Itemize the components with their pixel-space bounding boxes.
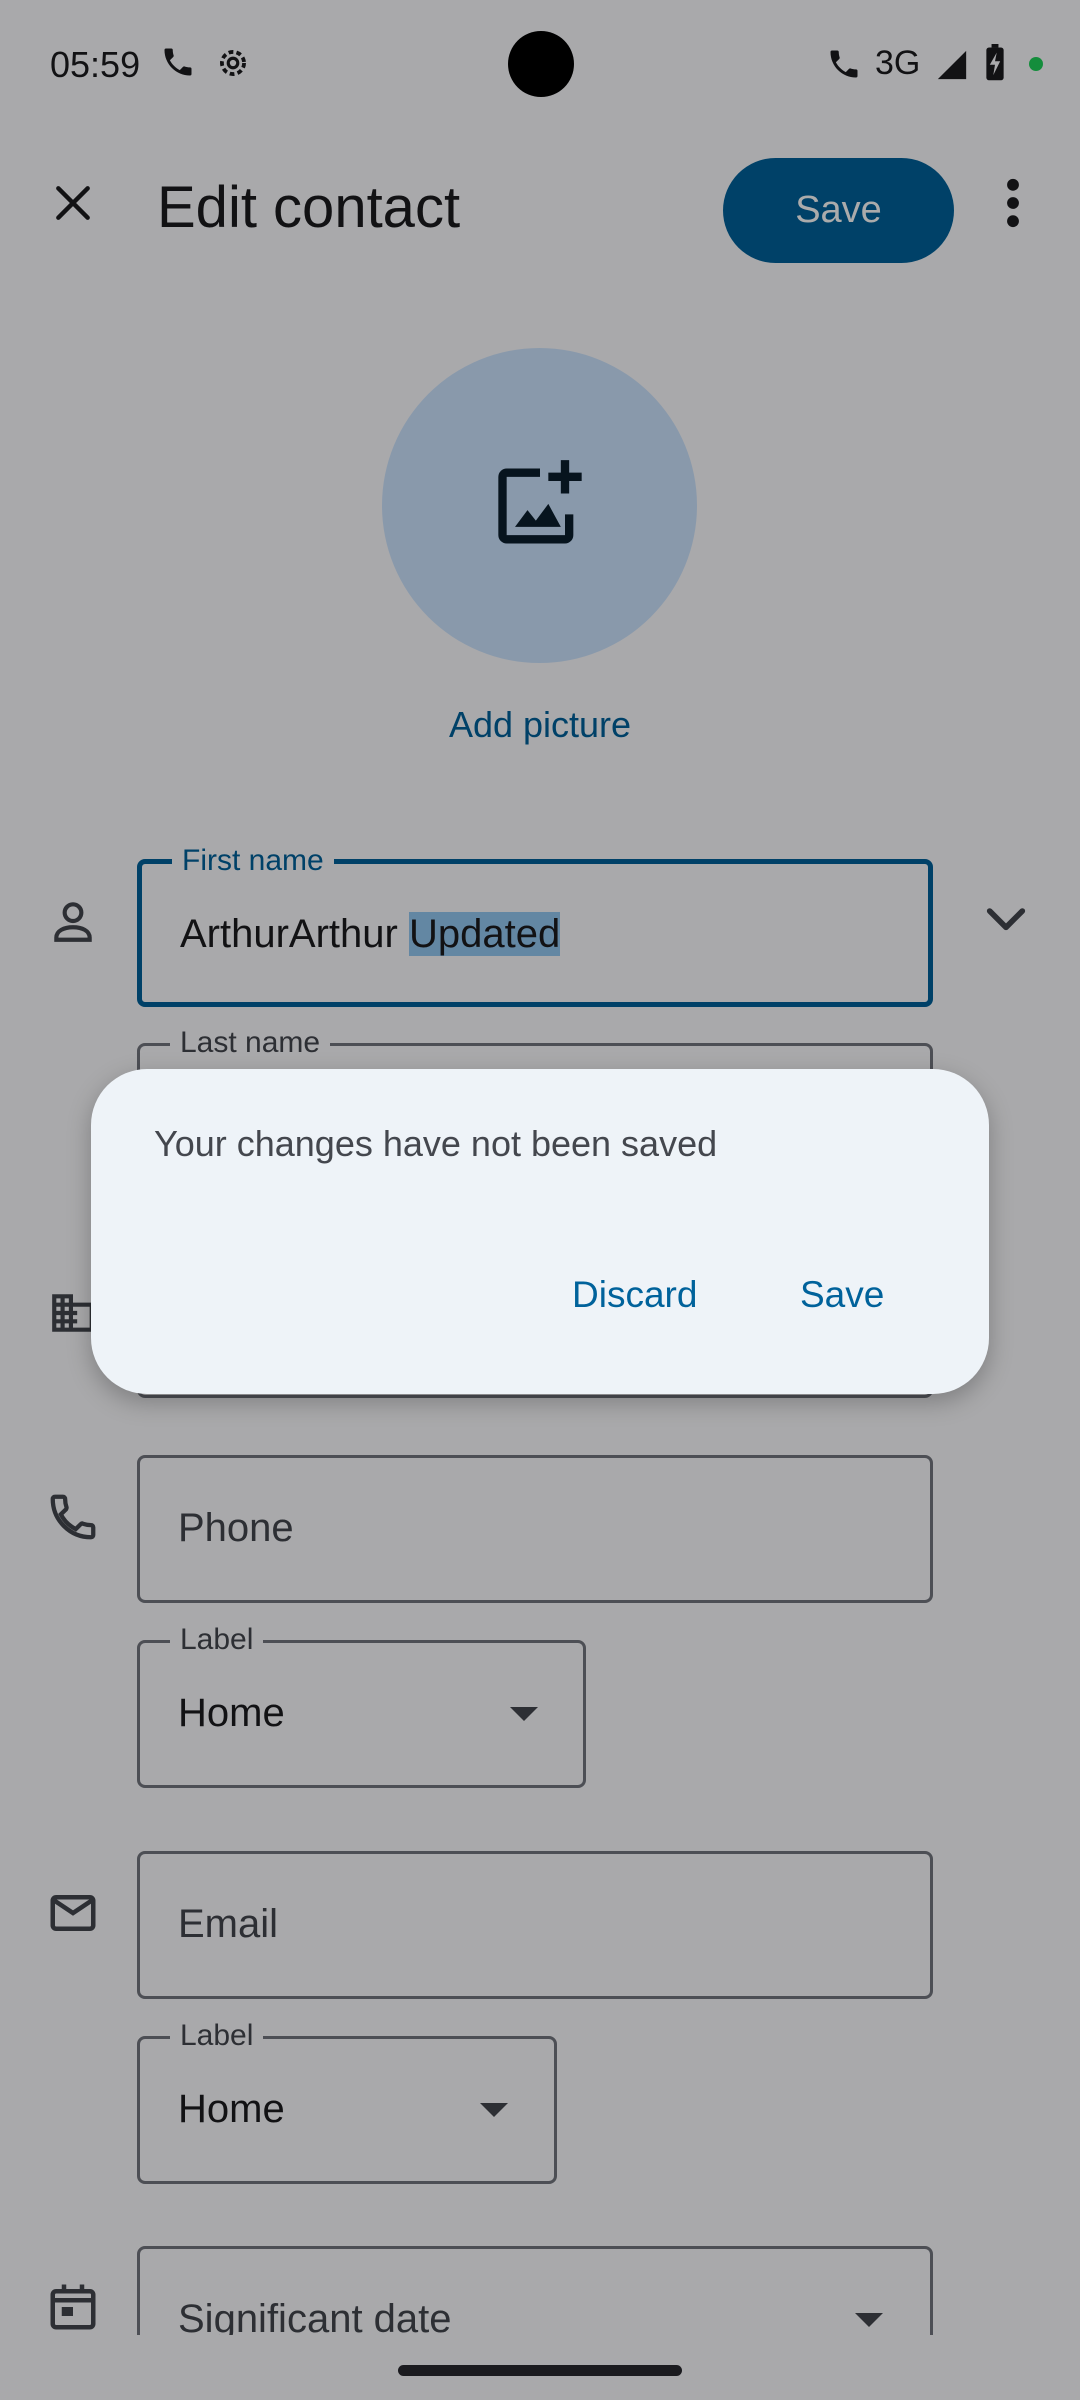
discard-button[interactable]: Discard [572, 1274, 697, 1316]
dialog-message: Your changes have not been saved [154, 1123, 718, 1164]
dialog-save-button[interactable]: Save [800, 1274, 884, 1316]
unsaved-changes-dialog: Your changes have not been saved Discard… [91, 1069, 989, 1394]
gesture-nav-handle[interactable] [398, 2365, 682, 2376]
